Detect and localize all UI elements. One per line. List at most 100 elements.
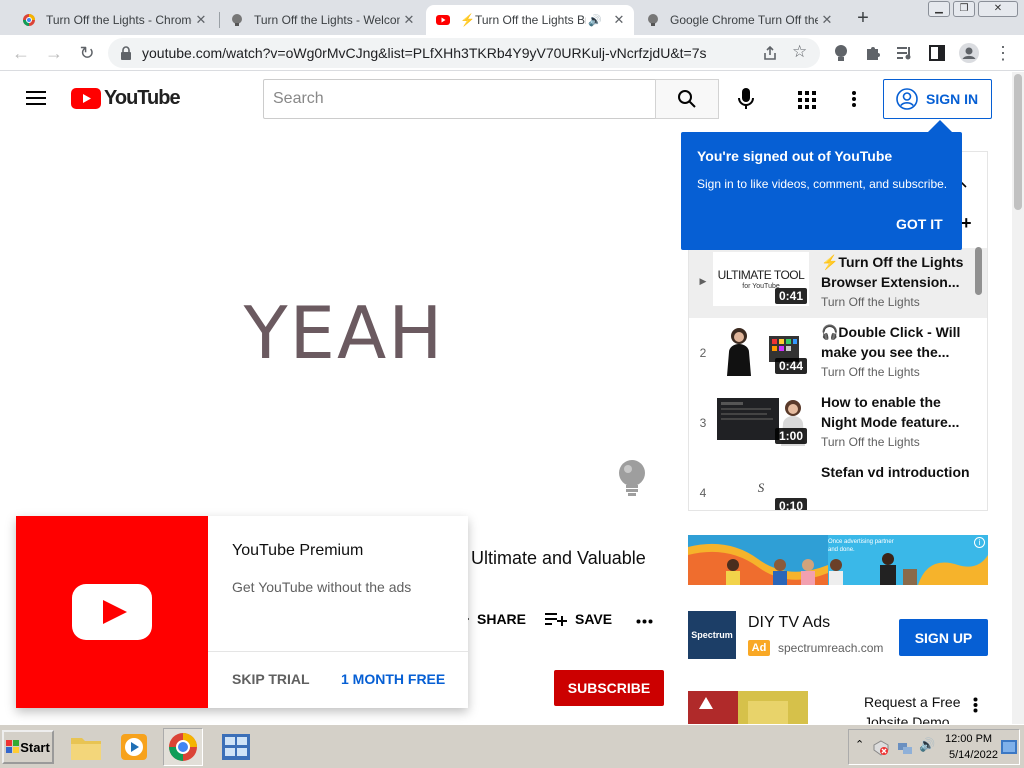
playlist-item-4[interactable]: 4 S 0:10 Stefan vd introduction bbox=[689, 458, 987, 510]
playlist-item-title[interactable]: How to enable the Night Mode feature... bbox=[821, 392, 971, 432]
video-player[interactable]: YEAH bbox=[24, 151, 664, 511]
file-explorer-icon[interactable] bbox=[66, 728, 106, 766]
save-button[interactable]: SAVE bbox=[545, 611, 612, 627]
close-tab-icon[interactable]: ✕ bbox=[818, 12, 836, 28]
ad-badge: Ad bbox=[748, 640, 770, 656]
subscribe-button[interactable]: SUBSCRIBE bbox=[554, 670, 664, 706]
extensions-puzzle-icon[interactable] bbox=[862, 42, 884, 64]
close-tab-icon[interactable]: ✕ bbox=[400, 12, 418, 28]
more-actions-icon[interactable] bbox=[636, 619, 653, 624]
tab-strip: Turn Off the Lights - Chrome ✕ Turn Off … bbox=[0, 0, 1024, 35]
microphone-icon[interactable] bbox=[738, 88, 754, 110]
account-circle-icon bbox=[896, 88, 918, 110]
share-page-icon[interactable] bbox=[762, 45, 778, 61]
premium-popup: YouTube Premium Get YouTube without the … bbox=[16, 516, 468, 708]
playlist-item-1[interactable]: ▶ ULTIMATE TOOL for YouTube 0:41 ⚡Turn O… bbox=[689, 248, 987, 318]
media-control-icon[interactable] bbox=[894, 42, 916, 64]
playlist-item-channel[interactable]: Turn Off the Lights bbox=[821, 295, 920, 309]
ad-info-icon[interactable]: i bbox=[974, 537, 985, 548]
ad-sign-up-button[interactable]: SIGN UP bbox=[899, 619, 988, 656]
skip-trial-button[interactable]: SKIP TRIAL bbox=[232, 671, 310, 687]
video-thumbnail[interactable]: 1:00 bbox=[713, 392, 809, 446]
security-warning-icon[interactable] bbox=[873, 740, 889, 756]
media-player-icon[interactable] bbox=[114, 728, 154, 766]
reload-button[interactable]: ↻ bbox=[76, 42, 98, 64]
playlist-item-3[interactable]: 3 1:00 How to enable the Night Mode feat… bbox=[689, 388, 987, 458]
close-tab-icon[interactable]: ✕ bbox=[192, 12, 210, 28]
playlist-item-2[interactable]: 2 0:44 🎧Double Click - Will make you see… bbox=[689, 318, 987, 388]
new-tab-button[interactable]: + bbox=[852, 7, 874, 30]
add-to-playlist-icon[interactable]: + bbox=[961, 213, 972, 234]
page-scrollbar-track[interactable] bbox=[1012, 72, 1024, 724]
lightbulb-icon bbox=[648, 14, 658, 26]
browser-tab-3-active[interactable]: ⚡Turn Off the Lights Bro 🔊 ✕ bbox=[426, 5, 634, 35]
ad-thumbnail[interactable] bbox=[688, 691, 808, 724]
ad-more-icon[interactable] bbox=[973, 697, 978, 713]
profile-avatar-icon[interactable] bbox=[958, 42, 980, 64]
network-tray-icon[interactable] bbox=[897, 740, 913, 756]
settings-more-icon[interactable] bbox=[851, 90, 857, 108]
show-desktop-icon[interactable] bbox=[1001, 740, 1017, 754]
turn-off-lights-lamp-icon[interactable] bbox=[616, 459, 648, 499]
bookmark-star-icon[interactable]: ☆ bbox=[792, 42, 807, 62]
playlist-item-title[interactable]: ⚡Turn Off the Lights Browser Extension..… bbox=[821, 252, 971, 292]
playlist-item-title[interactable]: Stefan vd introduction bbox=[821, 462, 971, 482]
browser-tab-4[interactable]: Google Chrome Turn Off the ✕ bbox=[636, 5, 842, 35]
search-input[interactable] bbox=[264, 80, 655, 118]
video-thumbnail[interactable]: ULTIMATE TOOL for YouTube 0:41 bbox=[713, 252, 809, 306]
os-taskbar: Start ⌃ 🔊 12:00 PM 5/14/2022 bbox=[0, 724, 1024, 768]
tab-title: Turn Off the Lights - Chrome bbox=[46, 13, 192, 27]
clock-time[interactable]: 12:00 PM bbox=[945, 733, 992, 745]
side-panel-icon[interactable] bbox=[926, 42, 948, 64]
hamburger-menu-icon[interactable] bbox=[26, 90, 46, 106]
youtube-logo[interactable]: YouTube bbox=[71, 87, 181, 110]
signed-out-tooltip: You're signed out of YouTube Sign in to … bbox=[681, 132, 962, 250]
network-control-icon[interactable] bbox=[216, 728, 256, 766]
playlist-item-index: 3 bbox=[699, 416, 707, 430]
restore-button[interactable]: ❐ bbox=[953, 1, 975, 17]
browser-tab-2[interactable]: Turn Off the Lights - Welcome ✕ bbox=[220, 5, 424, 35]
one-month-free-button[interactable]: 1 MONTH FREE bbox=[341, 671, 445, 687]
clock-date[interactable]: 5/14/2022 bbox=[949, 749, 998, 761]
playlist-item-index: 4 bbox=[699, 486, 707, 500]
url-text[interactable]: youtube.com/watch?v=oWg0rMvCJng&list=PLf… bbox=[142, 45, 707, 61]
forward-button[interactable]: → bbox=[43, 42, 65, 64]
sign-in-button[interactable]: SIGN IN bbox=[883, 79, 992, 119]
ad-banner[interactable]: Once advertising partner and done. i bbox=[688, 535, 988, 585]
premium-subtitle: Get YouTube without the ads bbox=[232, 579, 412, 595]
ad-title[interactable]: DIY TV Ads bbox=[748, 614, 830, 632]
close-tab-icon[interactable]: ✕ bbox=[610, 12, 628, 28]
back-button[interactable]: ← bbox=[10, 42, 32, 64]
minimize-button[interactable]: ▁ bbox=[928, 1, 950, 17]
playlist-scrollbar[interactable] bbox=[975, 247, 982, 295]
lightbulb-icon bbox=[232, 14, 242, 26]
browser-tab-1[interactable]: Turn Off the Lights - Chrome ✕ bbox=[12, 5, 216, 35]
address-bar[interactable]: youtube.com/watch?v=oWg0rMvCJng&list=PLf… bbox=[108, 38, 820, 68]
ad-video-title[interactable]: Request a Free Jobsite Demo bbox=[864, 692, 974, 724]
page-scrollbar-thumb[interactable] bbox=[1014, 74, 1022, 210]
search-button[interactable] bbox=[655, 79, 719, 119]
got-it-button[interactable]: GOT IT bbox=[896, 216, 943, 232]
browser-menu-icon[interactable]: ⋮ bbox=[992, 42, 1014, 64]
search-icon bbox=[678, 90, 696, 108]
video-duration: 0:44 bbox=[774, 358, 807, 374]
lock-icon[interactable] bbox=[120, 46, 132, 60]
playlist-item-title[interactable]: 🎧Double Click - Will make you see the... bbox=[821, 322, 971, 362]
start-button[interactable]: Start bbox=[2, 730, 54, 764]
video-thumbnail[interactable]: 0:44 bbox=[713, 322, 809, 376]
spectrum-logo[interactable]: Spectrum bbox=[688, 611, 736, 659]
video-thumbnail[interactable]: S 0:10 bbox=[713, 462, 809, 510]
apps-grid-icon[interactable] bbox=[798, 91, 816, 109]
search-field[interactable] bbox=[263, 79, 656, 119]
show-hidden-icons-icon[interactable]: ⌃ bbox=[855, 738, 864, 751]
playlist-item-channel[interactable]: Turn Off the Lights bbox=[821, 365, 920, 379]
close-window-button[interactable]: ✕ bbox=[978, 1, 1018, 17]
speaker-icon[interactable]: 🔊 bbox=[586, 14, 604, 27]
chrome-taskbar-icon[interactable] bbox=[163, 728, 203, 766]
ad-thumbnail-image bbox=[688, 691, 808, 724]
volume-icon[interactable]: 🔊 bbox=[919, 737, 935, 753]
premium-divider bbox=[208, 651, 468, 652]
lightbulb-extension-icon[interactable] bbox=[830, 42, 852, 64]
youtube-logo-icon bbox=[71, 88, 101, 109]
playlist-item-channel[interactable]: Turn Off the Lights bbox=[821, 435, 920, 449]
